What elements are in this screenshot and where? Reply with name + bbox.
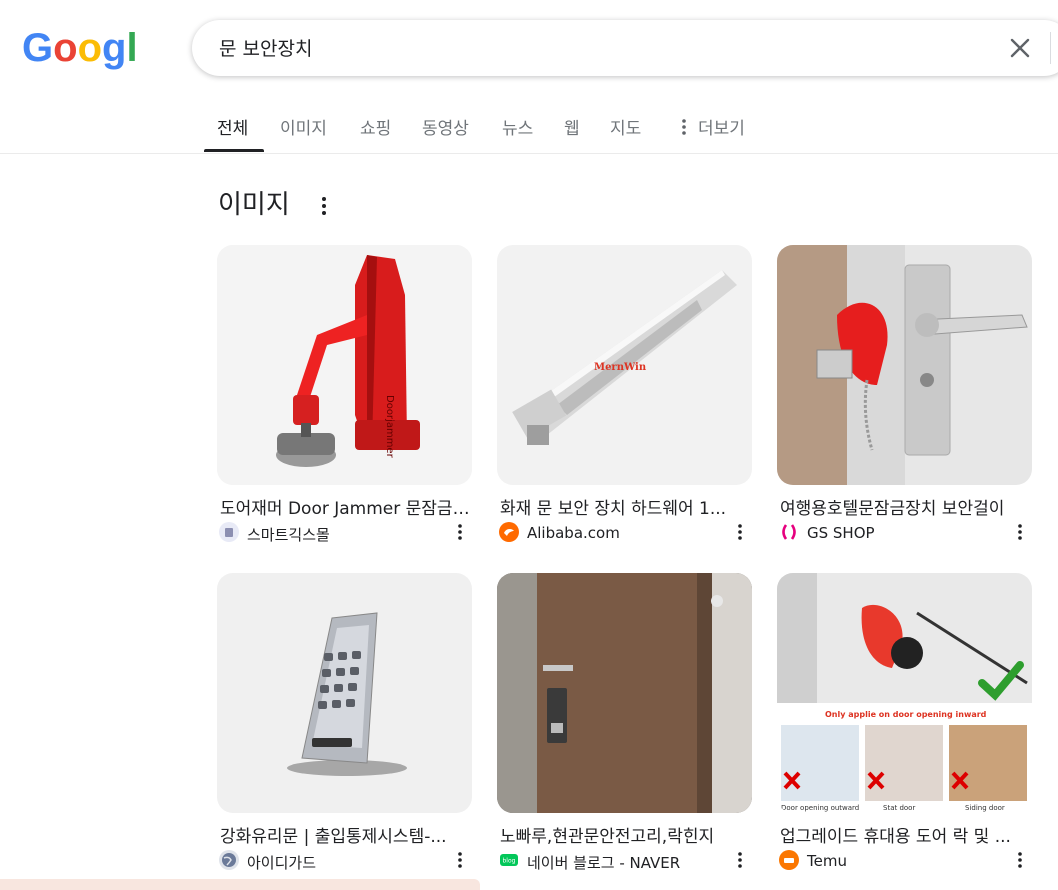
result-title[interactable]: 도어재머 Door Jammer 문잠금장치: [220, 494, 470, 519]
result-thumbnail[interactable]: [497, 573, 752, 813]
result-source[interactable]: Alibaba.com: [499, 522, 751, 542]
globe-favicon-icon: [219, 850, 239, 870]
result-title[interactable]: 여행용호텔문잠금장치 보안걸이: [780, 494, 1030, 519]
tab-more[interactable]: 더보기: [698, 114, 745, 139]
naver-blog-favicon-icon: blog: [499, 850, 519, 870]
result-thumbnail[interactable]: Doorjammer: [217, 245, 472, 485]
image-result[interactable]: Doorjammer 도어재머 Door Jammer 문잠금장치 스마트긱스몰: [217, 245, 473, 544]
result-source-name: 스마트긱스몰: [247, 526, 330, 544]
result-source[interactable]: blog 네이버 블로그 - NAVER: [499, 850, 751, 872]
section-menu-icon[interactable]: [316, 194, 332, 218]
google-logo[interactable]: Google: [22, 28, 136, 70]
svg-text:Door opening outward: Door opening outward: [781, 804, 859, 812]
result-thumbnail[interactable]: MernWin: [497, 245, 752, 485]
result-menu-icon[interactable]: [735, 522, 745, 542]
tab-shopping[interactable]: 쇼핑: [360, 114, 391, 139]
searchbox-divider: [1050, 32, 1051, 64]
result-title[interactable]: 업그레이드 휴대용 도어 락 및 ...: [780, 822, 1030, 847]
result-title[interactable]: 화재 문 보안 장치 하드웨어 1...: [500, 494, 750, 519]
svg-text:blog: blog: [503, 858, 516, 865]
result-menu-icon[interactable]: [455, 850, 465, 870]
result-menu-icon[interactable]: [455, 522, 465, 542]
browser-status-bar: [0, 879, 480, 890]
result-source-name: Alibaba.com: [527, 524, 620, 542]
tab-maps[interactable]: 지도: [610, 114, 641, 139]
tab-images[interactable]: 이미지: [280, 114, 327, 139]
result-thumbnail[interactable]: [777, 245, 1032, 485]
result-thumbnail[interactable]: Only applie on door opening inward Door …: [777, 573, 1032, 813]
temu-favicon-icon: [779, 850, 799, 870]
result-menu-icon[interactable]: [1015, 850, 1025, 870]
smartgeeks-favicon-icon: [219, 522, 239, 542]
result-source-name: 네이버 블로그 - NAVER: [527, 854, 681, 872]
result-source[interactable]: 스마트긱스몰: [219, 522, 471, 544]
result-source-name: Temu: [807, 852, 847, 870]
result-thumbnail[interactable]: [217, 573, 472, 813]
tab-videos[interactable]: 동영상: [422, 114, 469, 139]
svg-text:Google: Google: [22, 28, 136, 70]
gsshop-favicon-icon: [779, 522, 799, 542]
alibaba-favicon-icon: [499, 522, 519, 542]
result-menu-icon[interactable]: [735, 850, 745, 870]
image-result[interactable]: 강화유리문 | 출입통제시스템-... 아이디가드: [217, 573, 473, 872]
svg-text:Doorjammer: Doorjammer: [384, 395, 395, 459]
search-tabs: 전체 이미지 쇼핑 동영상 뉴스 웹 지도 더보기: [0, 100, 1058, 154]
tab-news[interactable]: 뉴스: [502, 114, 533, 139]
result-source[interactable]: GS SHOP: [779, 522, 1031, 542]
result-source[interactable]: Temu: [779, 850, 1031, 870]
result-menu-icon[interactable]: [1015, 522, 1025, 542]
active-tab-indicator: [204, 149, 264, 152]
svg-text:Only applie on door opening in: Only applie on door opening inward: [825, 710, 987, 719]
tab-web[interactable]: 웹: [564, 114, 580, 139]
result-source-name: 아이디가드: [247, 854, 317, 872]
result-source[interactable]: 아이디가드: [219, 850, 471, 872]
svg-text:MernWin: MernWin: [594, 362, 647, 373]
more-vertical-icon[interactable]: [679, 117, 689, 137]
clear-search-icon[interactable]: [1008, 36, 1032, 60]
result-title[interactable]: 노빠루,현관문안전고리,락힌지: [500, 822, 750, 847]
image-result[interactable]: 여행용호텔문잠금장치 보안걸이 GS SHOP: [777, 245, 1033, 542]
images-section-title: 이미지: [218, 190, 290, 220]
svg-text:Stat door: Stat door: [883, 804, 915, 812]
search-input[interactable]: 문 보안장치: [219, 34, 312, 61]
tab-all[interactable]: 전체: [217, 114, 248, 139]
result-source-name: GS SHOP: [807, 524, 875, 542]
image-result[interactable]: Only applie on door opening inward Door …: [777, 573, 1033, 870]
image-result[interactable]: 노빠루,현관문안전고리,락힌지 blog 네이버 블로그 - NAVER: [497, 573, 753, 872]
result-title[interactable]: 강화유리문 | 출입통제시스템-...: [220, 822, 470, 847]
image-result[interactable]: MernWin 화재 문 보안 장치 하드웨어 1... Alibaba.com: [497, 245, 753, 542]
svg-text:Siding door: Siding door: [965, 804, 1005, 812]
search-box[interactable]: 문 보안장치: [192, 20, 1058, 76]
